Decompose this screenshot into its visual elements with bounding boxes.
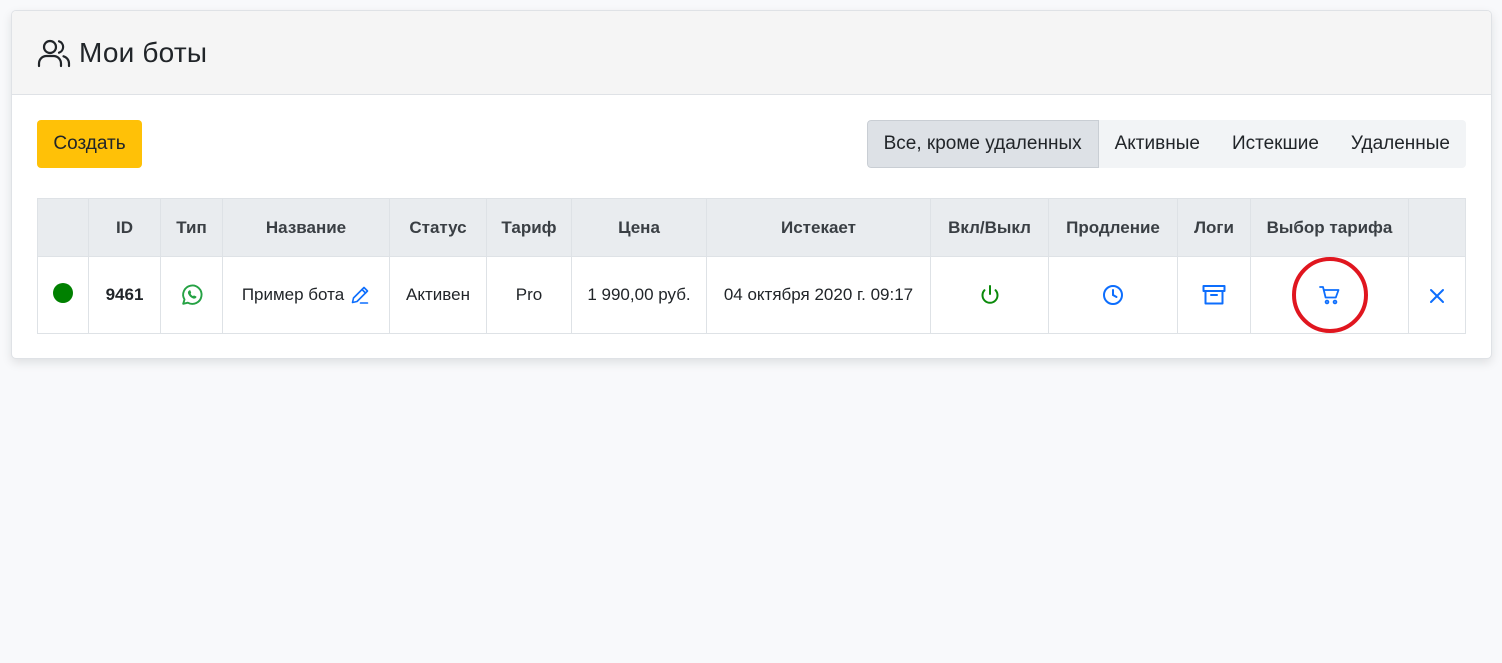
clock-icon[interactable] (1101, 283, 1125, 307)
col-header-delete (1408, 198, 1466, 257)
col-header-toggle: Вкл/Выкл (930, 198, 1049, 257)
toggle-cell (930, 256, 1049, 334)
power-icon[interactable] (978, 283, 1002, 307)
bots-table-wrap: ID Тип Название Статус Тариф Цена Истека… (37, 198, 1466, 334)
users-icon (37, 38, 71, 68)
logs-cell (1177, 256, 1251, 334)
bot-type-cell (160, 256, 223, 334)
filter-group: Все, кроме удаленных Активные Истекшие У… (866, 120, 1466, 168)
filter-deleted[interactable]: Удаленные (1335, 120, 1466, 168)
renewal-cell (1048, 256, 1178, 334)
delete-cell (1408, 256, 1466, 334)
card-header: Мои боты (12, 11, 1491, 95)
col-header-choose-tariff: Выбор тарифа (1250, 198, 1409, 257)
table-header-row: ID Тип Название Статус Тариф Цена Истека… (37, 198, 1466, 257)
table-row: 9461 Пример бота Активен Pro 1 990,00 ру… (37, 256, 1466, 334)
status-dot (53, 282, 73, 303)
archive-icon[interactable] (1201, 283, 1227, 307)
status-dot-cell (37, 256, 89, 334)
bot-tariff: Pro (486, 256, 572, 334)
create-button[interactable]: Создать (37, 120, 142, 168)
close-icon[interactable] (1428, 287, 1446, 305)
col-header-name[interactable]: Название (222, 198, 390, 257)
choose-tariff-cell (1250, 256, 1409, 334)
col-header-id[interactable]: ID (88, 198, 161, 257)
col-header-expires[interactable]: Истекает (706, 198, 931, 257)
bot-price: 1 990,00 руб. (571, 256, 707, 334)
bots-card: Мои боты Создать Все, кроме удаленных Ак… (11, 10, 1492, 359)
highlight-circle (1291, 257, 1368, 333)
bot-expires: 04 октября 2020 г. 09:17 (706, 256, 931, 334)
pencil-icon[interactable] (350, 285, 370, 305)
col-header-renewal: Продление (1048, 198, 1178, 257)
bot-id: 9461 (88, 256, 161, 334)
col-header-price[interactable]: Цена (571, 198, 707, 257)
bot-name-cell: Пример бота (222, 256, 390, 334)
whatsapp-icon (180, 283, 204, 307)
bot-name: Пример бота (241, 285, 345, 304)
cart-icon[interactable] (1318, 283, 1342, 307)
col-header-status[interactable]: Статус (389, 198, 487, 257)
page-title: Мои боты (79, 36, 208, 68)
toolbar: Создать Все, кроме удаленных Активные Ис… (37, 120, 1466, 168)
filter-active[interactable]: Активные (1099, 120, 1216, 168)
filter-expired[interactable]: Истекшие (1216, 120, 1335, 168)
col-header-logs: Логи (1177, 198, 1251, 257)
col-header-status-dot (37, 198, 89, 257)
col-header-type[interactable]: Тип (160, 198, 223, 257)
bot-status: Активен (389, 256, 487, 334)
col-header-tariff[interactable]: Тариф (486, 198, 572, 257)
bots-table: ID Тип Название Статус Тариф Цена Истека… (37, 198, 1466, 334)
filter-all-except-deleted[interactable]: Все, кроме удаленных (866, 120, 1099, 168)
